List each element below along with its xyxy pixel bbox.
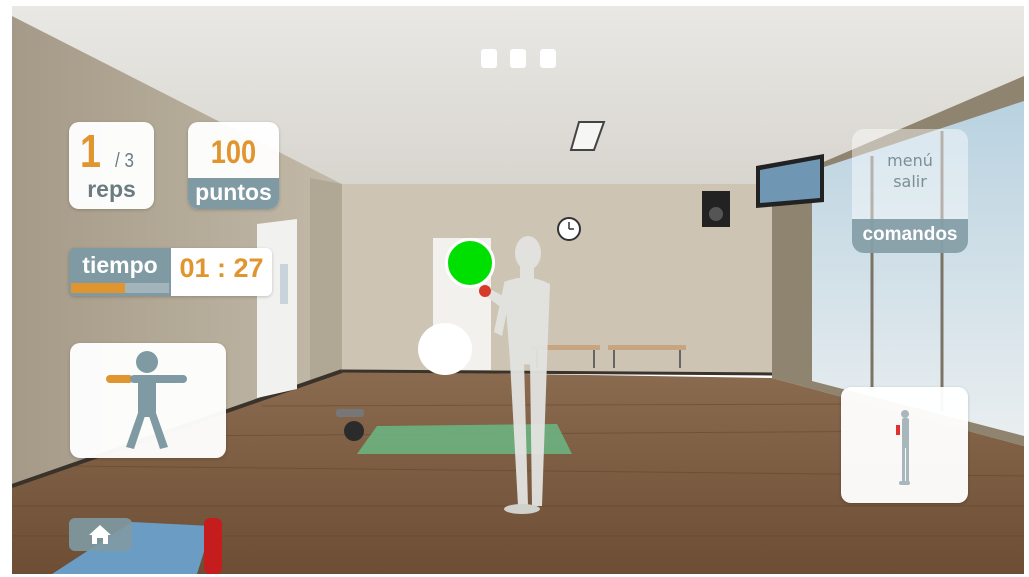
time-label: tiempo	[82, 252, 158, 278]
commands-panel[interactable]: menú salir comandos	[852, 129, 968, 253]
arms-extended-figure-icon	[106, 351, 187, 449]
points-label: puntos	[195, 179, 272, 205]
reps-label: reps	[87, 176, 136, 202]
points-value: 100	[210, 134, 257, 170]
time-progress-fill	[71, 283, 125, 293]
white-target	[418, 323, 472, 375]
points-counter: 100 puntos	[188, 122, 279, 209]
commands-title: comandos	[862, 224, 958, 245]
exit-command[interactable]: salir	[852, 172, 968, 191]
progress-dot-3	[540, 49, 556, 68]
reps-counter: 1 / 3 reps	[69, 122, 154, 209]
reps-total: / 3	[115, 150, 134, 172]
time-progress-bar	[71, 283, 169, 293]
standing-figure-preview-icon	[896, 410, 910, 485]
reps-current: 1	[80, 125, 101, 177]
menu-command[interactable]: menú	[852, 151, 968, 170]
time-value: 01 : 27	[179, 253, 264, 283]
progress-dot-1	[481, 49, 497, 68]
body-preview-card	[841, 387, 968, 503]
time-label-box: tiempo	[69, 248, 171, 296]
home-button[interactable]	[69, 518, 132, 551]
green-target	[445, 238, 495, 288]
progress-dot-2	[510, 49, 526, 68]
time-widget: tiempo 01 : 27	[69, 248, 272, 296]
home-icon	[89, 525, 111, 544]
time-value-box: 01 : 27	[171, 248, 272, 296]
exercise-pose-card	[70, 343, 226, 458]
